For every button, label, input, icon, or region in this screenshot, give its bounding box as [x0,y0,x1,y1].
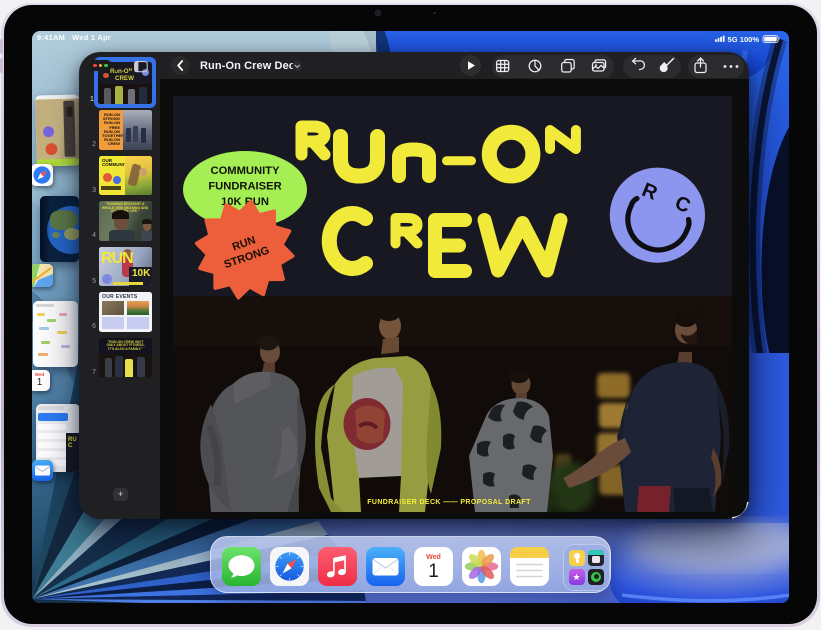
svg-text:5G 100%: 5G 100% [728,35,760,44]
svg-text:FUNDRAISER DECK —— PROPOSAL DR: FUNDRAISER DECK —— PROPOSAL DRAFT [367,499,531,506]
svg-text:FUNDRAISER: FUNDRAISER [208,181,281,193]
svg-text:Wed: Wed [426,554,441,561]
svg-text:1: 1 [428,561,439,582]
svg-text:COMMUNITY: COMMUNITY [211,165,281,177]
